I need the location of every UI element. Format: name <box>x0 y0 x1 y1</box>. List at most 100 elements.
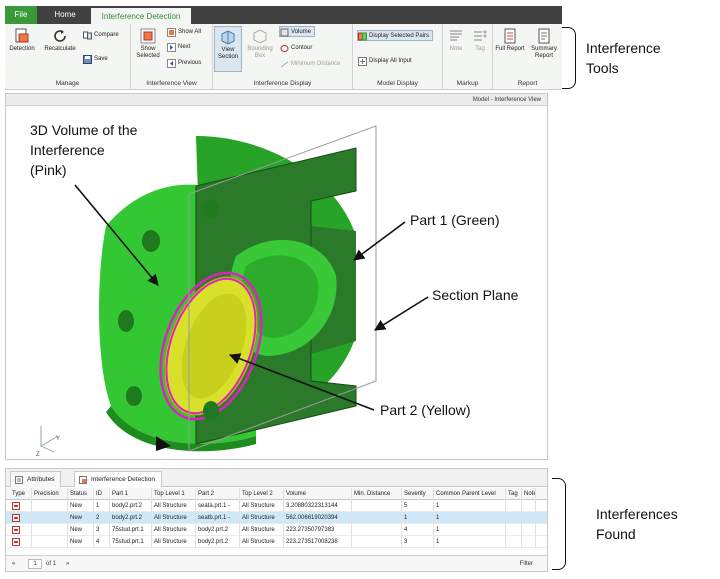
show-all-label: Show All <box>178 29 202 35</box>
cell-part2: body2.prt.2 <box>196 524 240 536</box>
cell-tag <box>506 500 522 512</box>
column-header[interactable]: Part 1 <box>110 488 152 500</box>
table-row[interactable]: New 3 75stud.prt.1 All Structure body2.prt.2… <box>6 524 547 536</box>
save-button[interactable]: Save <box>83 54 108 65</box>
tab-interference-detection[interactable]: Interference Detection <box>91 8 191 25</box>
previous-button[interactable]: Previous <box>167 58 201 69</box>
next-button[interactable]: Next <box>167 42 190 53</box>
summary-report-icon <box>538 28 550 44</box>
recalculate-button[interactable]: Recalculate <box>40 28 80 53</box>
callout-found: Interferences Found <box>596 504 678 544</box>
cell-id: 1 <box>94 500 110 512</box>
cell-min-distance <box>352 500 402 512</box>
group-interference-display: View Section Bounding Box Volume Contour… <box>213 24 353 90</box>
cell-min-distance <box>352 512 402 524</box>
tab-attributes[interactable]: Attributes <box>10 471 62 487</box>
minimum-distance-button[interactable]: Minimum Distance <box>280 59 340 70</box>
viewport-title: Model - Interference View <box>6 94 547 106</box>
column-header[interactable]: Common Parent Level <box>434 488 506 500</box>
table-row[interactable]: New 2 body2.prt.2 All Structure seatb.prt.1 … <box>6 512 547 524</box>
group-label-manage: Manage <box>55 80 80 87</box>
interference-table: Type Precision Status ID Part 1 Top Level 1 Pa… <box>6 488 547 548</box>
cell-id: 3 <box>94 524 110 536</box>
summary-report-label: Summary Report <box>531 46 557 59</box>
interference-panel: Attributes Interference Detection Type Pr… <box>5 468 548 572</box>
column-header[interactable]: Note <box>522 488 536 500</box>
table-row[interactable]: New 4 75stud.prt.1 All Structure body2.prt.2… <box>6 536 547 548</box>
previous-icon <box>167 59 176 68</box>
bounding-box-button[interactable]: Bounding Box <box>245 28 275 60</box>
interference-type-icon <box>12 538 20 546</box>
recalculate-icon <box>54 30 66 42</box>
pager-page-input[interactable]: 1 <box>28 559 42 569</box>
cell-part1: 75stud.prt.1 <box>110 536 152 548</box>
cell-top2: All Structure <box>240 512 284 524</box>
column-header[interactable]: Top Level 1 <box>152 488 196 500</box>
view-section-button[interactable]: View Section <box>214 26 242 72</box>
group-label-markup: Markup <box>456 80 479 87</box>
note-button[interactable]: Note <box>445 28 467 53</box>
detection-button[interactable]: Detection <box>7 28 37 53</box>
minimum-distance-icon <box>280 61 289 68</box>
pager-last-icon[interactable]: » <box>66 556 69 572</box>
column-header[interactable]: Top Level 2 <box>240 488 284 500</box>
column-header[interactable]: Part 2 <box>196 488 240 500</box>
full-report-button[interactable]: Full Report <box>495 28 525 53</box>
tab-home[interactable]: Home <box>45 6 85 24</box>
tab-file[interactable]: File <box>5 6 37 24</box>
ribbon: Detection Recalculate Compare Save Manag… <box>5 24 562 90</box>
cell-top2: All Structure <box>240 524 284 536</box>
column-header[interactable]: ID <box>94 488 110 500</box>
filter-button[interactable]: Filter <box>520 556 533 572</box>
show-selected-label: Show Selected <box>136 46 160 59</box>
column-header[interactable]: Volume <box>284 488 352 500</box>
cell-tag <box>506 536 522 548</box>
compare-icon <box>83 31 92 40</box>
group-manage: Detection Recalculate Compare Save Manag… <box>5 24 131 90</box>
display-all-input-icon <box>358 57 367 66</box>
pager-first-icon[interactable]: « <box>12 556 15 572</box>
display-selected-pairs-button[interactable]: Display Selected Pairs <box>357 30 434 41</box>
full-report-icon <box>504 28 516 44</box>
cell-top1: All Structure <box>152 500 196 512</box>
triad-y-label: Y <box>56 436 60 442</box>
cell-id: 2 <box>94 512 110 524</box>
table-row[interactable]: New 1 body2.prt.2 All Structure seata.prt.1 … <box>6 500 547 512</box>
volume-button[interactable]: Volume <box>279 26 316 37</box>
compare-button[interactable]: Compare <box>83 30 119 41</box>
tag-button[interactable]: Tag <box>469 28 491 53</box>
callout-volume: 3D Volume of the Interference (Pink) <box>30 120 137 180</box>
cell-min-distance <box>352 524 402 536</box>
column-header[interactable]: Severity <box>402 488 434 500</box>
tab-interference-detection-panel[interactable]: Interference Detection <box>74 471 162 487</box>
interference-type-icon <box>12 502 20 510</box>
compare-label: Compare <box>94 32 119 38</box>
cell-top1: All Structure <box>152 512 196 524</box>
column-header[interactable]: Precision <box>32 488 68 500</box>
contour-button[interactable]: Contour <box>280 43 312 54</box>
minimum-distance-label: Minimum Distance <box>291 61 341 67</box>
display-all-input-button[interactable]: Display All Input <box>358 56 412 67</box>
callout-volume-line2: Interference <box>30 142 105 158</box>
panel-tabs: Attributes Interference Detection <box>6 469 547 487</box>
group-interference-view: Show Selected Show All Next Previous Int… <box>131 24 213 90</box>
show-selected-button[interactable]: Show Selected <box>133 28 163 60</box>
cell-status: New <box>68 500 94 512</box>
column-header[interactable]: Status <box>68 488 94 500</box>
cell-common-parent: 1 <box>434 512 506 524</box>
view-section-label: View Section <box>217 47 238 60</box>
cell-min-distance <box>352 536 402 548</box>
callout-tools: Interference Tools <box>586 38 661 78</box>
column-header[interactable]: Type <box>10 488 32 500</box>
cell-note <box>522 500 536 512</box>
group-model-display: Display Selected Pairs Display All Input… <box>353 24 443 90</box>
column-header[interactable]: Min. Distance <box>352 488 402 500</box>
show-all-button[interactable]: Show All <box>167 27 201 38</box>
tab-interference-detection-label: Interference Detection <box>91 476 155 483</box>
type-cell <box>10 500 32 512</box>
summary-report-button[interactable]: Summary Report <box>527 28 561 60</box>
column-header[interactable]: Tag <box>506 488 522 500</box>
next-label: Next <box>178 44 191 50</box>
cell-common-parent: 1 <box>434 500 506 512</box>
cell-top1: All Structure <box>152 524 196 536</box>
